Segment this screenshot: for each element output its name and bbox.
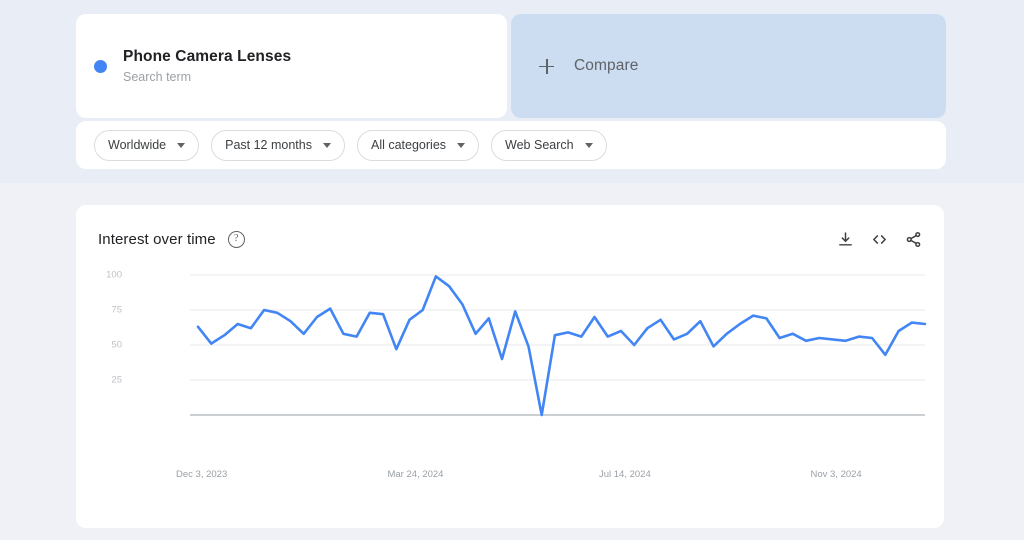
- chevron-down-icon: [584, 142, 593, 148]
- compare-label: Compare: [574, 57, 639, 74]
- y-axis-tick: 25: [111, 374, 122, 386]
- compare-button[interactable]: Compare: [511, 14, 946, 118]
- y-axis-labels: 100 75 50 25: [90, 260, 122, 510]
- chart-title: Interest over time: [98, 230, 216, 248]
- filter-chip-search-type[interactable]: Web Search: [491, 129, 607, 161]
- search-term-text: Phone Camera Lenses Search term: [123, 47, 291, 85]
- embed-icon[interactable]: [871, 231, 888, 248]
- x-axis-tick: Mar 24, 2024: [387, 469, 444, 480]
- share-icon[interactable]: [905, 231, 922, 248]
- filter-chip-time-range[interactable]: Past 12 months: [211, 129, 345, 161]
- filter-chip-search-type-label: Web Search: [505, 138, 574, 152]
- y-axis-tick: 50: [111, 339, 122, 351]
- filter-chip-category[interactable]: All categories: [356, 129, 480, 161]
- x-axis-tick: Jul 14, 2024: [598, 469, 651, 480]
- help-icon[interactable]: ?: [227, 230, 245, 248]
- filters-bar: Worldwide Past 12 months All categories …: [76, 121, 946, 169]
- filter-chip-location[interactable]: Worldwide: [94, 129, 200, 161]
- search-terms-row: Phone Camera Lenses Search term Compare: [76, 14, 946, 118]
- y-axis-tick: 100: [106, 269, 122, 281]
- download-icon[interactable]: [837, 231, 854, 248]
- interest-over-time-card: Interest over time ? 100 75 50 25 Dec 3,…: [76, 205, 944, 528]
- x-axis-tick: Dec 3, 2023: [176, 469, 228, 480]
- chevron-down-icon: [457, 142, 466, 148]
- chart-plot-area: 100 75 50 25 Dec 3, 2023 Mar 24, 2024 Jul 14,…: [76, 260, 944, 510]
- chart-header: Interest over time ?: [98, 225, 922, 253]
- filter-chip-category-label: All categories: [370, 138, 447, 152]
- plus-icon: [539, 58, 554, 74]
- search-term-subtitle: Search term: [123, 70, 192, 84]
- chevron-down-icon: [177, 142, 186, 148]
- y-axis-tick: 75: [111, 304, 122, 316]
- filter-chip-location-label: Worldwide: [108, 138, 167, 152]
- chevron-down-icon: [322, 142, 331, 148]
- series-color-dot: [94, 59, 107, 73]
- chart-actions: [837, 231, 922, 248]
- filter-chip-time-range-label: Past 12 months: [225, 138, 312, 152]
- x-axis-tick: Nov 3, 2024: [810, 469, 862, 480]
- chart-title-wrap: Interest over time ?: [98, 230, 245, 248]
- search-term-card[interactable]: Phone Camera Lenses Search term: [76, 14, 507, 118]
- search-term-title: Phone Camera Lenses: [123, 48, 292, 65]
